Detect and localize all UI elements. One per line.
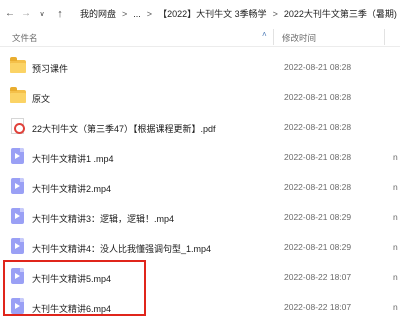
video-icon: [10, 298, 26, 315]
file-type: n: [393, 212, 398, 222]
breadcrumb-separator: >: [146, 8, 153, 19]
file-date: 2022-08-22 18:07: [284, 302, 352, 312]
file-date: 2022-08-21 08:29: [284, 212, 352, 222]
breadcrumb-item-ellipsis[interactable]: ...: [133, 9, 141, 19]
file-date: 2022-08-21 08:28: [284, 122, 352, 132]
file-type: n: [393, 242, 398, 252]
file-row-video-5[interactable]: 大刊牛文精讲5.mp4 2022-08-22 18:07 n: [0, 262, 400, 292]
sort-up-icon[interactable]: ˄: [262, 30, 267, 39]
column-name-header[interactable]: 文件名: [12, 32, 38, 44]
file-row-video-6[interactable]: 大刊牛文精讲6.mp4 2022-08-22 18:07 n: [0, 292, 400, 320]
file-name: 大刊牛文精讲3：逻辑，逻辑！.mp4: [32, 214, 175, 224]
file-date: 2022-08-21 08:29: [284, 242, 352, 252]
file-name: 大刊牛文精讲6.mp4: [32, 304, 112, 314]
breadcrumb-item-course[interactable]: 【2022】大刊牛文 3季畅学: [158, 7, 267, 20]
arrow-up-icon[interactable]: ↑: [54, 6, 66, 22]
chevron-down-icon[interactable]: ∨: [36, 6, 48, 22]
file-type: n: [393, 182, 398, 192]
pdf-icon: [10, 118, 26, 135]
file-name: 预习课件: [32, 64, 69, 74]
breadcrumb-separator: >: [122, 8, 128, 19]
video-icon: [10, 238, 26, 255]
column-divider[interactable]: [273, 29, 274, 45]
video-icon: [10, 178, 26, 195]
arrow-right-icon[interactable]: →: [20, 6, 32, 22]
file-name: 大刊牛文精讲5.mp4: [32, 274, 112, 284]
file-row-source-text[interactable]: 原文 2022-08-21 08:28: [0, 82, 400, 112]
file-date: 2022-08-21 08:28: [284, 152, 352, 162]
video-icon: [10, 148, 26, 165]
file-row-preview-slides[interactable]: 预习课件 2022-08-21 08:28: [0, 52, 400, 82]
file-name: 大刊牛文精讲1 .mp4: [32, 154, 114, 164]
file-date: 2022-08-21 08:28: [284, 62, 352, 72]
toolbar: ← → ∨ ↑ 我的网盘 > ... > 【2022】大刊牛文 3季畅学 > 2…: [0, 0, 400, 27]
file-row-video-2[interactable]: 大刊牛文精讲2.mp4 2022-08-21 08:28 n: [0, 172, 400, 202]
breadcrumb-item-my-drive[interactable]: 我的网盘: [80, 7, 116, 20]
file-name: 大刊牛文精讲2.mp4: [32, 184, 112, 194]
file-date: 2022-08-22 18:07: [284, 272, 352, 282]
column-date-header[interactable]: 修改时间: [282, 32, 316, 44]
file-date: 2022-08-21 08:28: [284, 182, 352, 192]
file-list: 预习课件 2022-08-21 08:28 原文 2022-08-21 08:2…: [0, 52, 400, 320]
file-row-video-4[interactable]: 大刊牛文精讲4：没人比我懂强调句型_1.mp4 2022-08-21 08:29…: [0, 232, 400, 262]
breadcrumb-item-current-folder[interactable]: 2022大刊牛文第三季（暑期): [284, 7, 397, 20]
folder-icon: [10, 57, 26, 75]
file-type: n: [393, 302, 398, 312]
file-name: 原文: [32, 94, 51, 104]
breadcrumb: 我的网盘 > ... > 【2022】大刊牛文 3季畅学 > 2022大刊牛文第…: [80, 7, 397, 20]
file-type: n: [393, 152, 398, 162]
file-row-pdf[interactable]: 22大刊牛文（第三季47）【根据课程更新】.pdf 2022-08-21 08:…: [0, 112, 400, 142]
breadcrumb-separator: >: [272, 8, 278, 19]
folder-icon: [10, 87, 26, 105]
video-icon: [10, 268, 26, 285]
file-name: 22大刊牛文（第三季47）【根据课程更新】.pdf: [32, 124, 216, 134]
file-date: 2022-08-21 08:28: [284, 92, 352, 102]
video-icon: [10, 208, 26, 225]
arrow-left-icon[interactable]: ←: [4, 6, 16, 22]
column-header: 文件名 ˄ 修改时间: [0, 27, 400, 47]
file-name: 大刊牛文精讲4：没人比我懂强调句型_1.mp4: [32, 244, 212, 254]
file-row-video-3[interactable]: 大刊牛文精讲3：逻辑，逻辑！.mp4 2022-08-21 08:29 n: [0, 202, 400, 232]
file-row-video-1[interactable]: 大刊牛文精讲1 .mp4 2022-08-21 08:28 n: [0, 142, 400, 172]
file-type: n: [393, 272, 398, 282]
column-divider[interactable]: [384, 29, 385, 45]
